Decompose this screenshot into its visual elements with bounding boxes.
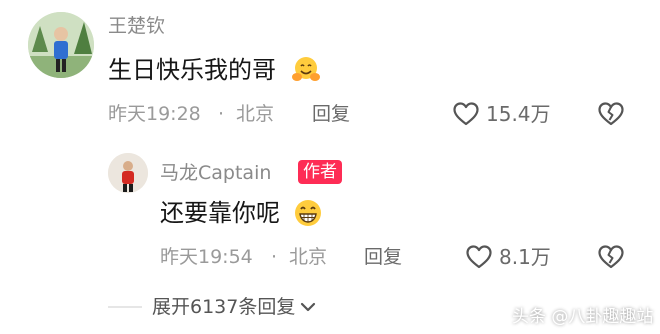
expand-replies-label: 展开6137条回复 [152,296,296,318]
broken-heart-icon[interactable] [597,244,625,270]
replier-name[interactable]: 马龙Captain [160,160,271,186]
reply-text: 还要靠你呢 [160,199,280,227]
grinning-face-icon [293,198,323,228]
chevron-down-icon [299,298,317,316]
expand-divider [108,306,142,308]
commenter-name[interactable]: 王楚钦 [108,13,165,39]
reply-like-count: 8.1万 [499,245,551,269]
broken-heart-icon[interactable] [597,101,625,127]
comment-location: 北京 [236,103,275,125]
author-badge: 作者 [298,160,342,184]
reply-meta-dot: · [271,246,278,268]
heart-outline-icon[interactable] [465,244,493,270]
comment-text: 生日快乐我的哥 [108,56,276,84]
comment-like-count: 15.4万 [486,102,551,126]
watermark: 头条 @八卦趣趣站 [512,304,653,330]
commenter-avatar[interactable] [28,12,94,78]
reply-time: 昨天19:54 [160,246,253,268]
expand-replies-button[interactable]: 展开6137条回复 [152,294,317,320]
heart-outline-icon[interactable] [452,101,480,127]
replier-avatar-image [108,153,148,193]
hugging-face-icon [291,55,321,85]
comment-time: 昨天19:28 [108,103,201,125]
reply-reply-button[interactable]: 回复 [364,244,402,270]
watermark-handle: @八卦趣趣站 [551,307,654,327]
commenter-avatar-image [28,12,94,78]
watermark-prefix: 头条 [512,307,546,327]
replier-avatar[interactable] [108,153,148,193]
comment-reply-button[interactable]: 回复 [312,101,350,127]
comment-meta-dot: · [218,103,225,125]
reply-location: 北京 [289,246,328,268]
